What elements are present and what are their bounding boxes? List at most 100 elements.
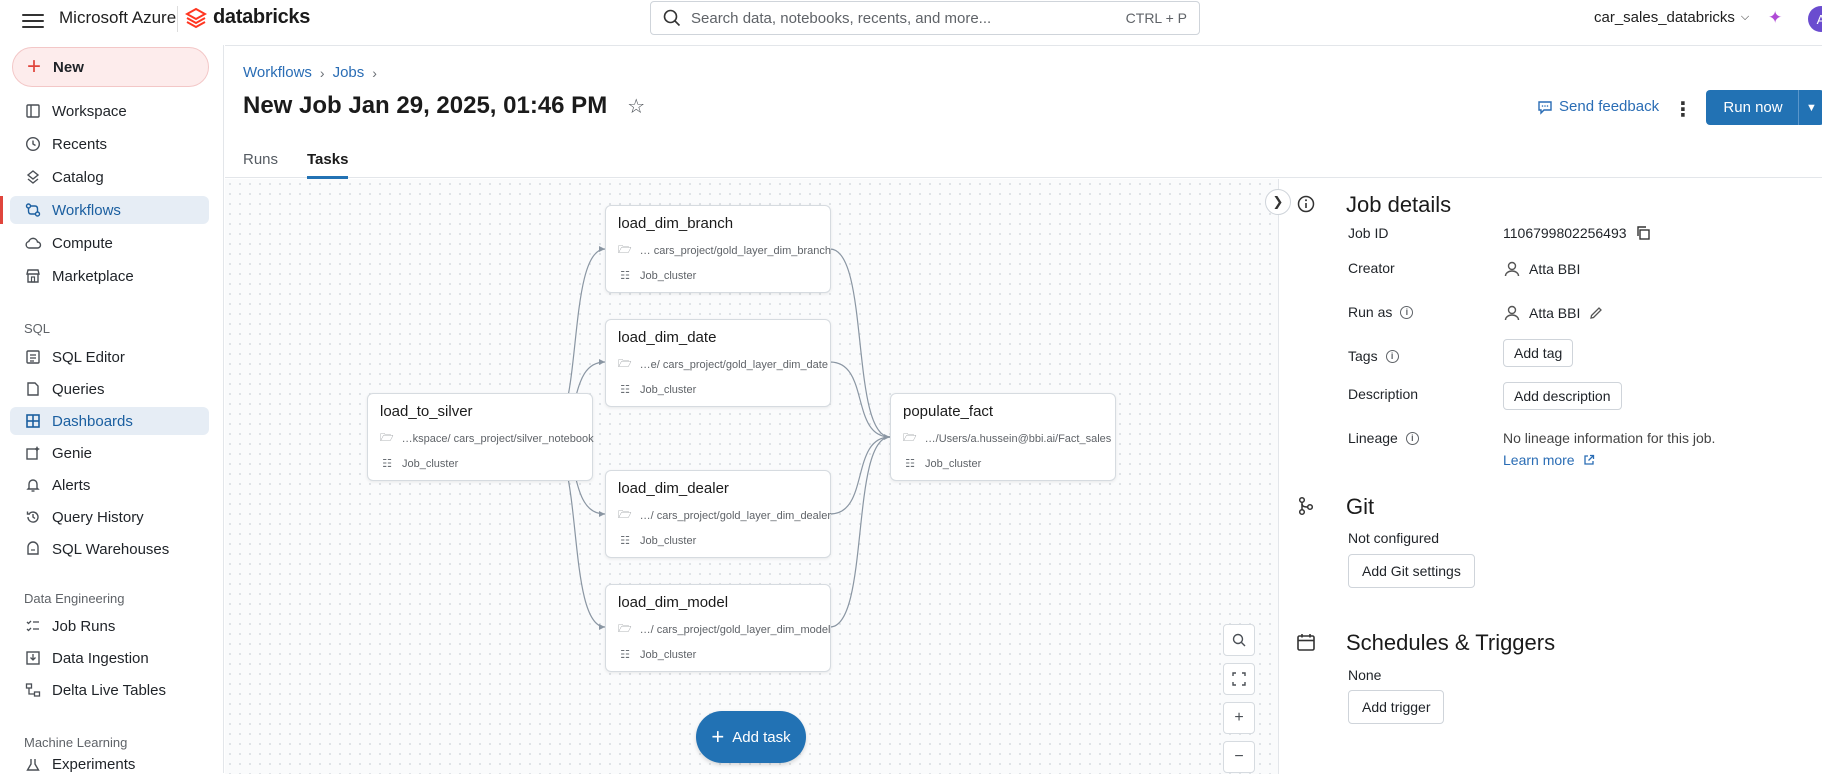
sidebar-item-label: SQL Warehouses [52,540,170,558]
sidebar-item-job-runs[interactable]: Job Runs [10,612,209,640]
zoom-out-icon[interactable]: − [1223,741,1255,773]
user-avatar[interactable]: A [1808,6,1822,32]
sidebar: + New Workspace Recents Catalog Workflow… [0,45,224,773]
search-placeholder: Search data, notebooks, recents, and mor… [691,9,992,27]
add-description-button[interactable]: Add description [1503,382,1622,410]
lineage-message: No lineage information for this job. [1503,430,1716,446]
zoom-in-icon[interactable]: + [1223,702,1255,734]
learn-more-label: Learn more [1503,452,1575,468]
task-node-load-to-silver[interactable]: load_to_silver 🗁 …kspace/ cars_project/si… [367,393,594,481]
task-path: …e/ cars_project/gold_layer_dim_date [639,358,828,371]
task-path: …kspace/ cars_project/silver_notebook [401,432,594,445]
send-feedback-label: Send feedback [1559,98,1660,115]
sidebar-item-experiments[interactable]: Experiments [10,756,209,776]
sidebar-item-label: Workflows [52,201,121,219]
creator-value: Atta BBI [1503,260,1580,278]
search-canvas-icon[interactable] [1223,624,1255,656]
run-now-dropdown-icon[interactable]: ▼ [1798,90,1822,125]
sidebar-item-alerts[interactable]: Alerts [10,471,209,499]
sidebar-item-workflows[interactable]: Workflows [10,196,209,224]
databricks-logo-icon [185,7,207,28]
search-input[interactable]: Search data, notebooks, recents, and mor… [650,1,1200,35]
ingestion-icon [24,649,42,667]
cluster-icon: ☷ [620,649,630,661]
info-icon[interactable]: i [1385,349,1399,363]
new-label: New [53,58,84,76]
task-cluster: Job_cluster [640,534,697,547]
top-bar: Microsoft Azure databricks Search data, … [0,0,1822,45]
sidebar-item-recents[interactable]: Recents [10,130,209,158]
sidebar-item-label: Genie [52,444,93,462]
breadcrumb-jobs[interactable]: Jobs [333,64,365,81]
sidebar-item-catalog[interactable]: Catalog [10,163,209,191]
menu-icon[interactable] [22,10,44,32]
job-id: 1106799802256493 [1503,225,1627,241]
run-as-name: Atta BBI [1529,305,1581,321]
pencil-icon[interactable] [1588,305,1604,321]
lineage-text: No lineage information for this job. [1503,430,1715,446]
dashboard-icon [24,412,42,430]
edge-dealer-fact [829,436,891,515]
sidebar-item-sql-warehouses[interactable]: SQL Warehouses [10,535,209,563]
main-content: Workflows › Jobs › New Job Jan 29, 2025,… [225,45,1822,774]
add-tag-button[interactable]: Add tag [1503,339,1574,367]
new-button[interactable]: + New [12,47,209,87]
task-node-load-dim-branch[interactable]: load_dim_branch 🗁 … cars_project/gold_lay… [605,205,831,293]
info-icon [1296,194,1316,214]
star-icon[interactable]: ☆ [627,94,645,119]
git-status: Not configured [1348,530,1440,546]
info-icon[interactable]: i [1405,431,1419,445]
sidebar-item-delta-live-tables[interactable]: Delta Live Tables [10,676,209,704]
sidebar-item-dashboards[interactable]: Dashboards [10,407,209,435]
page-title-row: New Job Jan 29, 2025, 01:46 PM ☆ [243,92,645,120]
add-git-settings-button[interactable]: Add Git settings [1348,554,1475,588]
sidebar-item-queries[interactable]: Queries [10,375,209,403]
task-node-populate-fact[interactable]: populate_fact 🗁 …/Users/a.hussein@bbi.ai/… [890,393,1116,481]
tab-runs[interactable]: Runs [243,151,278,176]
more-options-icon[interactable]: ⋮ [1673,97,1693,122]
task-node-load-dim-date[interactable]: load_dim_date 🗁 …e/ cars_project/gold_lay… [605,319,831,407]
sidebar-item-sql-editor[interactable]: SQL Editor [10,343,209,371]
task-node-load-dim-model[interactable]: load_dim_model 🗁 …/ cars_project/gold_lay… [605,584,831,672]
info-icon[interactable]: i [1400,305,1414,319]
job-details-panel: Job details Job ID 1106799802256493 Crea… [1280,179,1822,774]
bell-icon [24,476,42,494]
sidebar-item-data-ingestion[interactable]: Data Ingestion [10,644,209,672]
task-path: …/ cars_project/gold_layer_dim_model [639,623,831,636]
task-cluster: Job_cluster [402,457,459,470]
collapse-panel-icon[interactable]: ❯ [1265,189,1291,215]
tab-tasks[interactable]: Tasks [307,151,349,179]
workspace-selector[interactable]: car_sales_databricks ⌵ [1594,9,1749,26]
sidebar-item-query-history[interactable]: Query History [10,503,209,531]
copy-icon[interactable] [1635,225,1651,241]
fit-view-icon[interactable] [1223,663,1255,695]
sidebar-item-marketplace[interactable]: Marketplace [10,262,209,290]
send-feedback-link[interactable]: Send feedback [1537,98,1659,115]
add-task-button[interactable]: + Add task [696,711,806,763]
job-runs-icon [24,617,42,635]
sidebar-item-genie[interactable]: Genie [10,439,209,467]
folder-icon: 🗁 [618,623,632,635]
git-icon [1296,496,1316,516]
databricks-logo[interactable]: databricks [185,6,310,29]
user-icon [1504,261,1520,277]
sidebar-item-workspace[interactable]: Workspace [10,97,209,125]
brand-azure[interactable]: Microsoft Azure [59,8,176,28]
sidebar-item-label: SQL Editor [52,348,125,366]
assistant-sparkle-icon[interactable]: ✦ [1768,8,1782,28]
task-cluster: Job_cluster [640,648,697,661]
add-trigger-button[interactable]: Add trigger [1348,690,1445,724]
sidebar-item-compute[interactable]: Compute [10,229,209,257]
description-label: Description [1348,386,1419,402]
lineage-label-row: Lineage i [1348,430,1419,446]
learn-more-link[interactable]: Learn more [1503,452,1595,468]
task-path: … cars_project/gold_layer_dim_branch [639,244,832,257]
task-node-load-dim-dealer[interactable]: load_dim_dealer 🗁 …/ cars_project/gold_la… [605,470,831,558]
dag-canvas[interactable]: load_to_silver 🗁 …kspace/ cars_project/si… [225,179,1279,774]
run-now-button[interactable]: Run now ▼ [1706,90,1822,125]
page-title[interactable]: New Job Jan 29, 2025, 01:46 PM [243,92,607,120]
folder-icon: 🗁 [618,509,632,521]
section-header-machine-learning: Machine Learning [24,735,128,750]
sidebar-item-label: Data Ingestion [52,649,149,667]
breadcrumb-workflows[interactable]: Workflows [243,64,312,81]
